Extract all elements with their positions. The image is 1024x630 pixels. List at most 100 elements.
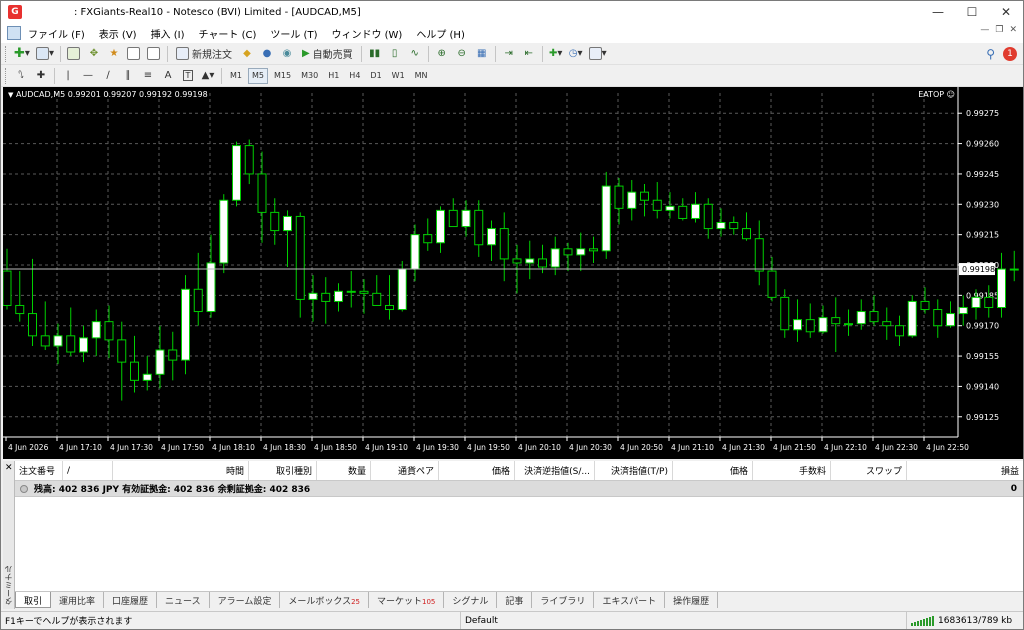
terminal-tab[interactable]: ニュース <box>157 592 210 608</box>
terminal-tab[interactable]: エキスパート <box>594 592 666 608</box>
vertical-line-icon[interactable]: | <box>59 67 77 85</box>
col-commission[interactable]: 手数料 <box>753 461 831 480</box>
tf-d1[interactable]: D1 <box>366 68 385 84</box>
status-connection[interactable]: 1683613/789 kb <box>906 612 1012 629</box>
auto-scroll-icon[interactable]: ⇥ <box>500 45 518 63</box>
x-tick-label: 4 Jun 20:30 <box>569 443 612 452</box>
templates-icon[interactable]: ▾ <box>587 45 609 63</box>
indicators-icon[interactable]: ✚ ▾ <box>547 45 565 63</box>
terminal-tab[interactable]: シグナル <box>444 592 498 608</box>
text-icon[interactable]: A <box>159 67 177 85</box>
notifications-icon[interactable]: 1 <box>1003 46 1017 61</box>
terminal-tab[interactable]: 操作履歴 <box>665 592 719 608</box>
tf-w1[interactable]: W1 <box>388 68 409 84</box>
trade-table-header: 注文番号 / 時間 取引種別 数量 通貨ペア 価格 決済逆指値(S/... 決済… <box>15 461 1023 481</box>
tf-h4[interactable]: H4 <box>345 68 364 84</box>
auto-trading-button[interactable]: ▶ 自動売買 <box>298 45 357 63</box>
terminal-tab-count: 105 <box>422 598 436 606</box>
channel-icon[interactable]: ∥ <box>119 67 137 85</box>
market-watch-icon[interactable] <box>65 45 83 63</box>
metaeditor-icon[interactable]: ◆ <box>238 45 256 63</box>
menu-chart[interactable]: チャート (C) <box>192 26 264 41</box>
cursor-icon[interactable]: ⭛ <box>12 67 30 85</box>
trendline-icon[interactable]: ∕ <box>99 67 117 85</box>
profiles-icon[interactable]: ▾ <box>34 45 56 63</box>
terminal-icon[interactable] <box>125 45 143 63</box>
market-icon[interactable]: ◉ <box>278 45 296 63</box>
tf-m5[interactable]: M5 <box>248 67 268 84</box>
price-chart[interactable]: 0.992750.992600.992450.992300.992150.992… <box>3 87 1023 459</box>
line-chart-icon[interactable]: ∿ <box>406 45 424 63</box>
new-order-button[interactable]: 新規注文 <box>172 45 236 63</box>
terminal-tab[interactable]: 記事 <box>497 592 533 608</box>
col-order[interactable]: 注文番号 <box>15 461 63 480</box>
terminal-tab[interactable]: アラーム設定 <box>210 592 281 608</box>
search-icon[interactable]: ⚲ <box>986 47 995 61</box>
col-profit[interactable]: 損益 <box>907 461 1023 480</box>
terminal-tab[interactable]: メールボックス25 <box>280 592 369 608</box>
minimize-button[interactable]: — <box>921 1 955 23</box>
navigator-icon[interactable]: ★ <box>105 45 123 63</box>
col-symbol[interactable]: 通貨ペア <box>371 461 439 480</box>
tf-m15[interactable]: M15 <box>270 68 295 84</box>
col-volume[interactable]: 数量 <box>317 461 371 480</box>
data-window-icon[interactable]: ✥ <box>85 45 103 63</box>
terminal-close-icon[interactable]: ✕ <box>5 463 13 473</box>
chart-shift-icon[interactable]: ⇤ <box>520 45 538 63</box>
text-label-icon[interactable]: T <box>179 67 197 85</box>
col-sort[interactable]: / <box>63 461 113 480</box>
arrows-icon[interactable]: ▲▾ <box>199 67 217 85</box>
candlestick-chart[interactable]: 0.992750.992600.992450.992300.992150.992… <box>3 87 1023 459</box>
child-close-icon[interactable]: ✕ <box>1009 25 1017 35</box>
maximize-button[interactable]: ☐ <box>955 1 989 23</box>
col-current-price[interactable]: 価格 <box>673 461 753 480</box>
x-tick-label: 4 Jun 18:50 <box>314 443 357 452</box>
strategy-tester-icon[interactable] <box>145 45 163 63</box>
tf-m30[interactable]: M30 <box>297 68 322 84</box>
close-button[interactable]: ✕ <box>989 1 1023 23</box>
x-tick-label: 4 Jun 20:50 <box>620 443 663 452</box>
chart-window-icon[interactable] <box>7 26 21 40</box>
toolbar-grip[interactable] <box>5 67 8 84</box>
child-minimize-icon[interactable]: — <box>980 25 989 35</box>
col-price[interactable]: 価格 <box>439 461 515 480</box>
fibonacci-icon[interactable]: ≡ <box>139 67 157 85</box>
horizontal-line-icon[interactable]: — <box>79 67 97 85</box>
terminal-tab-label: アラーム設定 <box>217 597 272 607</box>
col-time[interactable]: 時間 <box>113 461 249 480</box>
crosshair-icon[interactable]: ✚ <box>32 67 50 85</box>
expert-label[interactable]: EATOP ☺ <box>918 90 955 99</box>
menu-help[interactable]: ヘルプ (H) <box>409 26 472 41</box>
col-type[interactable]: 取引種別 <box>249 461 317 480</box>
menu-file[interactable]: ファイル (F) <box>21 26 92 41</box>
terminal-tab[interactable]: 取引 <box>15 592 52 608</box>
menu-tools[interactable]: ツール (T) <box>263 26 324 41</box>
col-stop-loss[interactable]: 決済逆指値(S/... <box>515 461 595 480</box>
tf-h1[interactable]: H1 <box>324 68 343 84</box>
tf-m1[interactable]: M1 <box>226 68 246 84</box>
terminal-tab[interactable]: 口座履歴 <box>104 592 158 608</box>
zoom-in-icon[interactable]: ⊕ <box>433 45 451 63</box>
bar-chart-icon[interactable]: ▮▮ <box>366 45 384 63</box>
menu-insert[interactable]: 挿入 (I) <box>144 26 192 41</box>
tf-mn[interactable]: MN <box>411 68 432 84</box>
menu-window[interactable]: ウィンドウ (W) <box>324 26 409 41</box>
toolbar-grip[interactable] <box>5 45 8 62</box>
candle <box>499 212 509 282</box>
candlestick-icon[interactable]: ▯ <box>386 45 404 63</box>
terminal-tab[interactable]: ライブラリ <box>532 592 595 608</box>
terminal-tabs: 取引 運用比率 口座履歴 ニュース アラーム設定 メールボックス25 マーケット105 シグナ… <box>15 591 1023 609</box>
terminal-tab[interactable]: マーケット105 <box>369 592 445 608</box>
terminal-tab[interactable]: 運用比率 <box>51 592 105 608</box>
candle <box>767 256 777 302</box>
child-restore-icon[interactable]: ❐ <box>995 25 1003 35</box>
menu-view[interactable]: 表示 (V) <box>92 26 144 41</box>
new-chart-icon[interactable]: ✚ ▾ <box>12 45 32 63</box>
balance-row[interactable]: 残高: 402 836 JPY 有効証拠金: 402 836 余剰証拠金: 40… <box>15 481 1023 497</box>
col-take-profit[interactable]: 決済指値(T/P) <box>595 461 673 480</box>
community-icon[interactable]: ● <box>258 45 276 63</box>
col-swap[interactable]: スワップ <box>831 461 907 480</box>
periods-icon[interactable]: ◷ ▾ <box>567 45 585 63</box>
zoom-out-icon[interactable]: ⊖ <box>453 45 471 63</box>
tile-windows-icon[interactable]: ▦ <box>473 45 491 63</box>
